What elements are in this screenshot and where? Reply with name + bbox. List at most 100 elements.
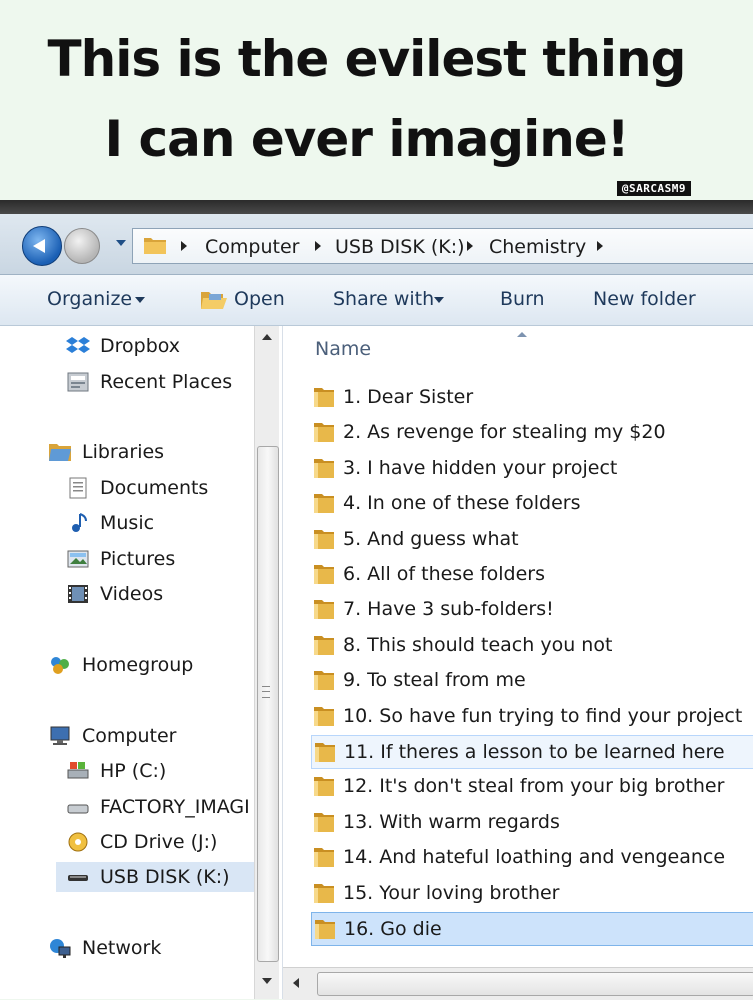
- folder-row[interactable]: 9. To steal from me: [311, 664, 753, 696]
- scroll-down-arrow-icon[interactable]: [262, 978, 272, 984]
- folder-name: 10. So have fun trying to find your proj…: [343, 704, 743, 727]
- folder-name: 15. Your loving brother: [343, 881, 560, 904]
- nav-item-computer[interactable]: Computer: [48, 721, 176, 751]
- folder-name: 12. It's don't steal from your big broth…: [343, 775, 725, 798]
- breadcrumb-usb-disk[interactable]: USB DISK (K:): [335, 236, 465, 258]
- folder-row[interactable]: 16. Go die: [311, 912, 753, 946]
- dropbox-icon: [66, 337, 90, 353]
- folder-icon: [314, 388, 334, 407]
- meme-title-line-2: I can ever imagine!: [104, 110, 629, 168]
- meme-title-line-1: This is the evilest thing: [47, 30, 687, 88]
- address-field[interactable]: Computer USB DISK (K:) Chemistry: [132, 228, 753, 264]
- organize-button[interactable]: Organize: [47, 288, 132, 310]
- folder-row[interactable]: 13. With warm regards: [311, 806, 753, 838]
- folder-name: 9. To steal from me: [343, 669, 526, 692]
- music-icon: [72, 513, 87, 532]
- scroll-left-arrow-icon[interactable]: [293, 978, 299, 988]
- folder-name: 6. All of these folders: [343, 563, 545, 585]
- folder-row[interactable]: 2. As revenge for stealing my $20: [311, 416, 753, 448]
- folder-row[interactable]: 1. Dear Sister: [311, 381, 753, 413]
- breadcrumb-chemistry[interactable]: Chemistry: [489, 236, 586, 258]
- nav-item-pictures[interactable]: Pictures: [66, 544, 175, 574]
- nav-item-label: Network: [82, 937, 162, 959]
- folder-icon: [314, 812, 334, 832]
- folder-name: 5. And guess what: [343, 527, 519, 550]
- pictures-icon: [67, 550, 89, 568]
- breadcrumb-computer[interactable]: Computer: [205, 236, 299, 258]
- nav-item-recent-places[interactable]: Recent Places: [66, 367, 232, 397]
- folder-row[interactable]: 4. In one of these folders: [311, 487, 753, 519]
- folder-name: 14. And hateful loathing and vengeance: [343, 846, 726, 869]
- explorer-window: Computer USB DISK (K:) Chemistry Organiz…: [0, 200, 753, 1000]
- folder-icon: [314, 600, 334, 620]
- folder-icon: [314, 848, 334, 868]
- nav-item-factory-image[interactable]: FACTORY_IMAGI: [66, 792, 250, 822]
- folder-icon: [314, 494, 334, 514]
- nav-item-dropbox[interactable]: Dropbox: [66, 331, 180, 361]
- nav-item-hp-c[interactable]: HP (C:): [66, 756, 166, 786]
- scroll-up-arrow-icon[interactable]: [262, 334, 272, 340]
- nav-item-network[interactable]: Network: [48, 933, 161, 963]
- folder-icon: [144, 238, 166, 254]
- folder-row[interactable]: 14. And hateful loathing and vengeance: [311, 841, 753, 873]
- command-toolbar: Organize Open Share with Burn New folder: [0, 275, 753, 326]
- breadcrumb-separator[interactable]: [315, 241, 321, 251]
- scrollbar-thumb[interactable]: [257, 446, 279, 962]
- folder-icon: [314, 458, 334, 478]
- nav-item-documents[interactable]: Documents: [66, 473, 208, 503]
- breadcrumb-separator[interactable]: [597, 241, 603, 251]
- folder-row[interactable]: 6. All of these folders: [311, 558, 753, 590]
- nav-item-videos[interactable]: Videos: [66, 579, 163, 609]
- back-button[interactable]: [22, 226, 62, 266]
- folder-row[interactable]: 7. Have 3 sub-folders!: [311, 593, 753, 625]
- folder-row[interactable]: 15. Your loving brother: [311, 877, 753, 909]
- folder-row[interactable]: 10. So have fun trying to find your proj…: [311, 700, 753, 732]
- videos-icon: [68, 585, 88, 603]
- folder-name: 16. Go die: [344, 918, 442, 940]
- new-folder-button[interactable]: New folder: [593, 288, 696, 310]
- burn-button[interactable]: Burn: [500, 288, 545, 310]
- folder-row[interactable]: 3. I have hidden your project: [311, 452, 753, 484]
- nav-item-label: USB DISK (K:): [100, 866, 230, 888]
- nav-item-homegroup[interactable]: Homegroup: [48, 650, 193, 680]
- open-button[interactable]: Open: [234, 288, 285, 310]
- folder-name: 3. I have hidden your project: [343, 456, 618, 479]
- breadcrumb-separator[interactable]: [181, 241, 187, 251]
- open-folder-icon: [201, 292, 227, 309]
- nav-item-music[interactable]: Music: [66, 508, 154, 538]
- navigation-scrollbar[interactable]: [254, 326, 279, 999]
- folder-name: 11. If theres a lesson to be learned her…: [344, 741, 725, 763]
- folder-name: 1. Dear Sister: [343, 386, 474, 408]
- folder-icon: [315, 743, 335, 762]
- nav-item-cd-drive[interactable]: CD Drive (J:): [66, 827, 217, 857]
- folder-name: 7. Have 3 sub-folders!: [343, 598, 554, 621]
- folder-row[interactable]: 11. If theres a lesson to be learned her…: [311, 735, 753, 769]
- folder-icon: [315, 920, 335, 939]
- horizontal-scrollbar-thumb[interactable]: [317, 972, 753, 996]
- folder-name: 2. As revenge for stealing my $20: [343, 421, 666, 444]
- nav-item-label: Pictures: [100, 548, 176, 570]
- nav-item-libraries[interactable]: Libraries: [48, 437, 164, 467]
- computer-icon: [50, 726, 70, 745]
- folder-row[interactable]: 5. And guess what: [311, 523, 753, 555]
- nav-item-label: CD Drive (J:): [100, 831, 218, 853]
- recent-pages-dropdown[interactable]: [116, 240, 126, 246]
- nav-item-label: Recent Places: [100, 371, 233, 393]
- documents-icon: [69, 477, 87, 499]
- breadcrumb-separator[interactable]: [467, 241, 473, 251]
- folder-row[interactable]: 8. This should teach you not: [311, 629, 753, 661]
- libraries-icon: [49, 444, 71, 461]
- address-bar-area: Computer USB DISK (K:) Chemistry: [0, 214, 753, 275]
- scroll-grip-icon: [262, 686, 270, 698]
- folder-icon: [314, 423, 334, 443]
- folder-icon: [314, 635, 334, 655]
- folder-row[interactable]: 12. It's don't steal from your big broth…: [311, 770, 753, 802]
- nav-item-usb-disk[interactable]: USB DISK (K:): [56, 862, 260, 892]
- cd-drive-icon: [68, 832, 88, 852]
- column-header-name[interactable]: Name: [315, 338, 371, 360]
- horizontal-scrollbar[interactable]: [283, 967, 753, 1000]
- folder-icon: [314, 671, 334, 691]
- forward-button[interactable]: [64, 228, 100, 264]
- share-with-button[interactable]: Share with: [333, 288, 434, 310]
- homegroup-icon: [51, 657, 69, 674]
